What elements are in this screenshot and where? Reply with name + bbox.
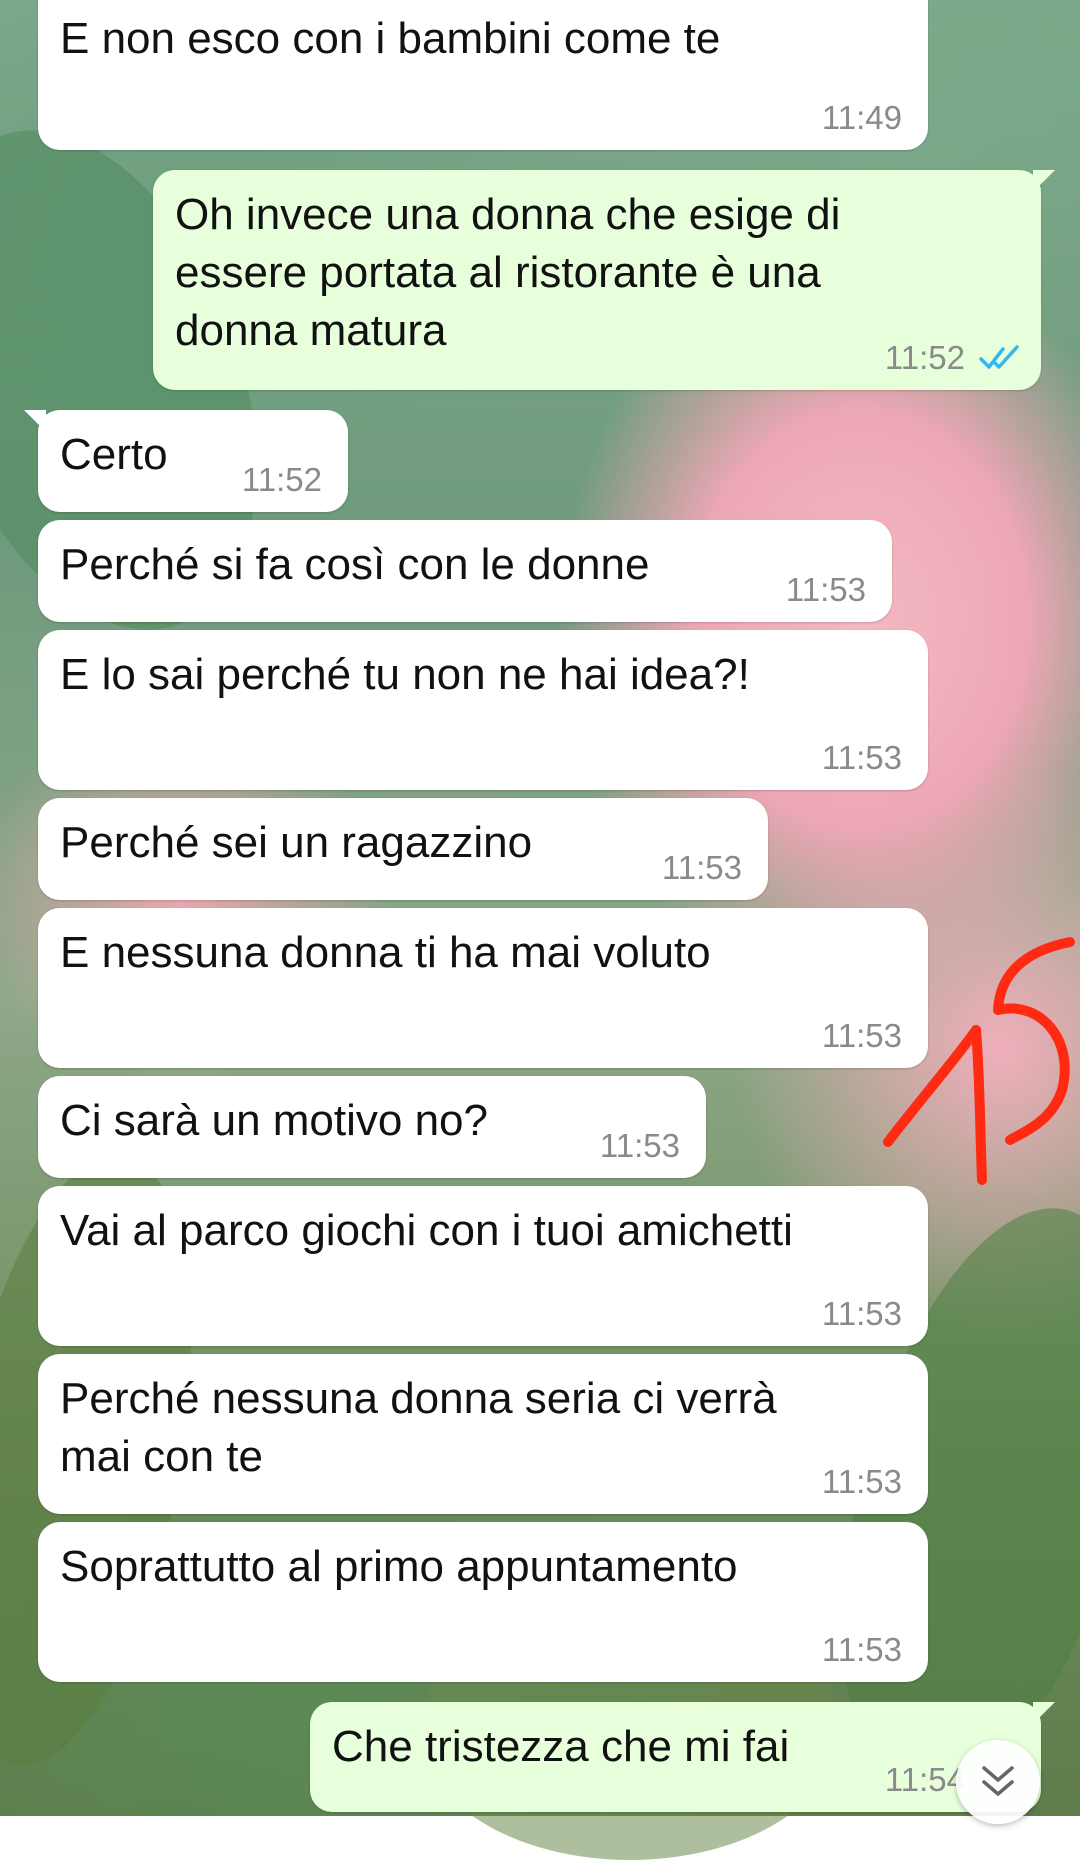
bubble-tail bbox=[1033, 1702, 1055, 1724]
incoming-message[interactable]: Ci sarà un motivo no? 11:53 bbox=[38, 1076, 706, 1178]
message-text: Perché si fa così con le donne bbox=[60, 540, 650, 589]
handwritten-annotation bbox=[883, 937, 1075, 1185]
outgoing-message[interactable]: Oh invece una donna che esige di essere … bbox=[153, 170, 1055, 390]
incoming-message[interactable]: E nessuna donna ti ha mai voluto 11:53 bbox=[38, 908, 928, 1068]
message-time: 11:52 bbox=[884, 339, 965, 376]
message-text: Perché nessuna donna seria ci verrà mai … bbox=[60, 1374, 777, 1481]
scroll-to-bottom-button[interactable] bbox=[956, 1740, 1040, 1824]
double-check-icon bbox=[979, 345, 1019, 369]
incoming-message[interactable]: Certo 11:52 bbox=[24, 410, 348, 512]
message-time: 11:53 bbox=[661, 849, 742, 886]
message-time: 11:53 bbox=[821, 1631, 902, 1668]
message-time: 11:53 bbox=[785, 571, 866, 608]
message-text: Ci sarà un motivo no? bbox=[60, 1096, 488, 1145]
incoming-message[interactable]: Perché nessuna donna seria ci verrà mai … bbox=[38, 1354, 928, 1514]
message-text: E nessuna donna ti ha mai voluto bbox=[60, 928, 711, 977]
incoming-message[interactable]: Perché si fa così con le donne 11:53 bbox=[38, 520, 892, 622]
bubble-tail bbox=[1033, 170, 1055, 192]
message-text: Oh invece una donna che esige di essere … bbox=[175, 190, 841, 355]
message-text: Soprattutto al primo appuntamento bbox=[60, 1542, 738, 1591]
message-time: 11:49 bbox=[821, 99, 902, 136]
message-text: Perché sei un ragazzino bbox=[60, 818, 533, 867]
message-time: 11:54 bbox=[884, 1761, 965, 1798]
incoming-message[interactable]: Perché sei un ragazzino 11:53 bbox=[38, 798, 768, 900]
message-time: 11:53 bbox=[821, 739, 902, 776]
message-text: E non esco con i bambini come te bbox=[60, 14, 721, 63]
message-time: 11:53 bbox=[821, 1295, 902, 1332]
message-time: 11:52 bbox=[241, 461, 322, 498]
message-text: E lo sai perché tu non ne hai idea?! bbox=[60, 650, 750, 699]
incoming-message[interactable]: Soprattutto al primo appuntamento 11:53 bbox=[38, 1522, 928, 1682]
message-text: Vai al parco giochi con i tuoi amichetti bbox=[60, 1206, 793, 1255]
message-time: 11:53 bbox=[821, 1463, 902, 1500]
message-time: 11:53 bbox=[599, 1127, 680, 1164]
incoming-message[interactable]: Vai al parco giochi con i tuoi amichetti… bbox=[38, 1186, 928, 1346]
outgoing-message[interactable]: Che tristezza che mi fai 11:54 bbox=[310, 1702, 1055, 1812]
incoming-message[interactable]: E non esco con i bambini come te 11:49 bbox=[38, 0, 928, 150]
double-chevron-down-icon bbox=[982, 1766, 1014, 1796]
message-list[interactable]: E non esco con i bambini come te 11:49 O… bbox=[0, 0, 1080, 1816]
incoming-message[interactable]: E lo sai perché tu non ne hai idea?! 11:… bbox=[38, 630, 928, 790]
bubble-tail bbox=[24, 410, 46, 432]
